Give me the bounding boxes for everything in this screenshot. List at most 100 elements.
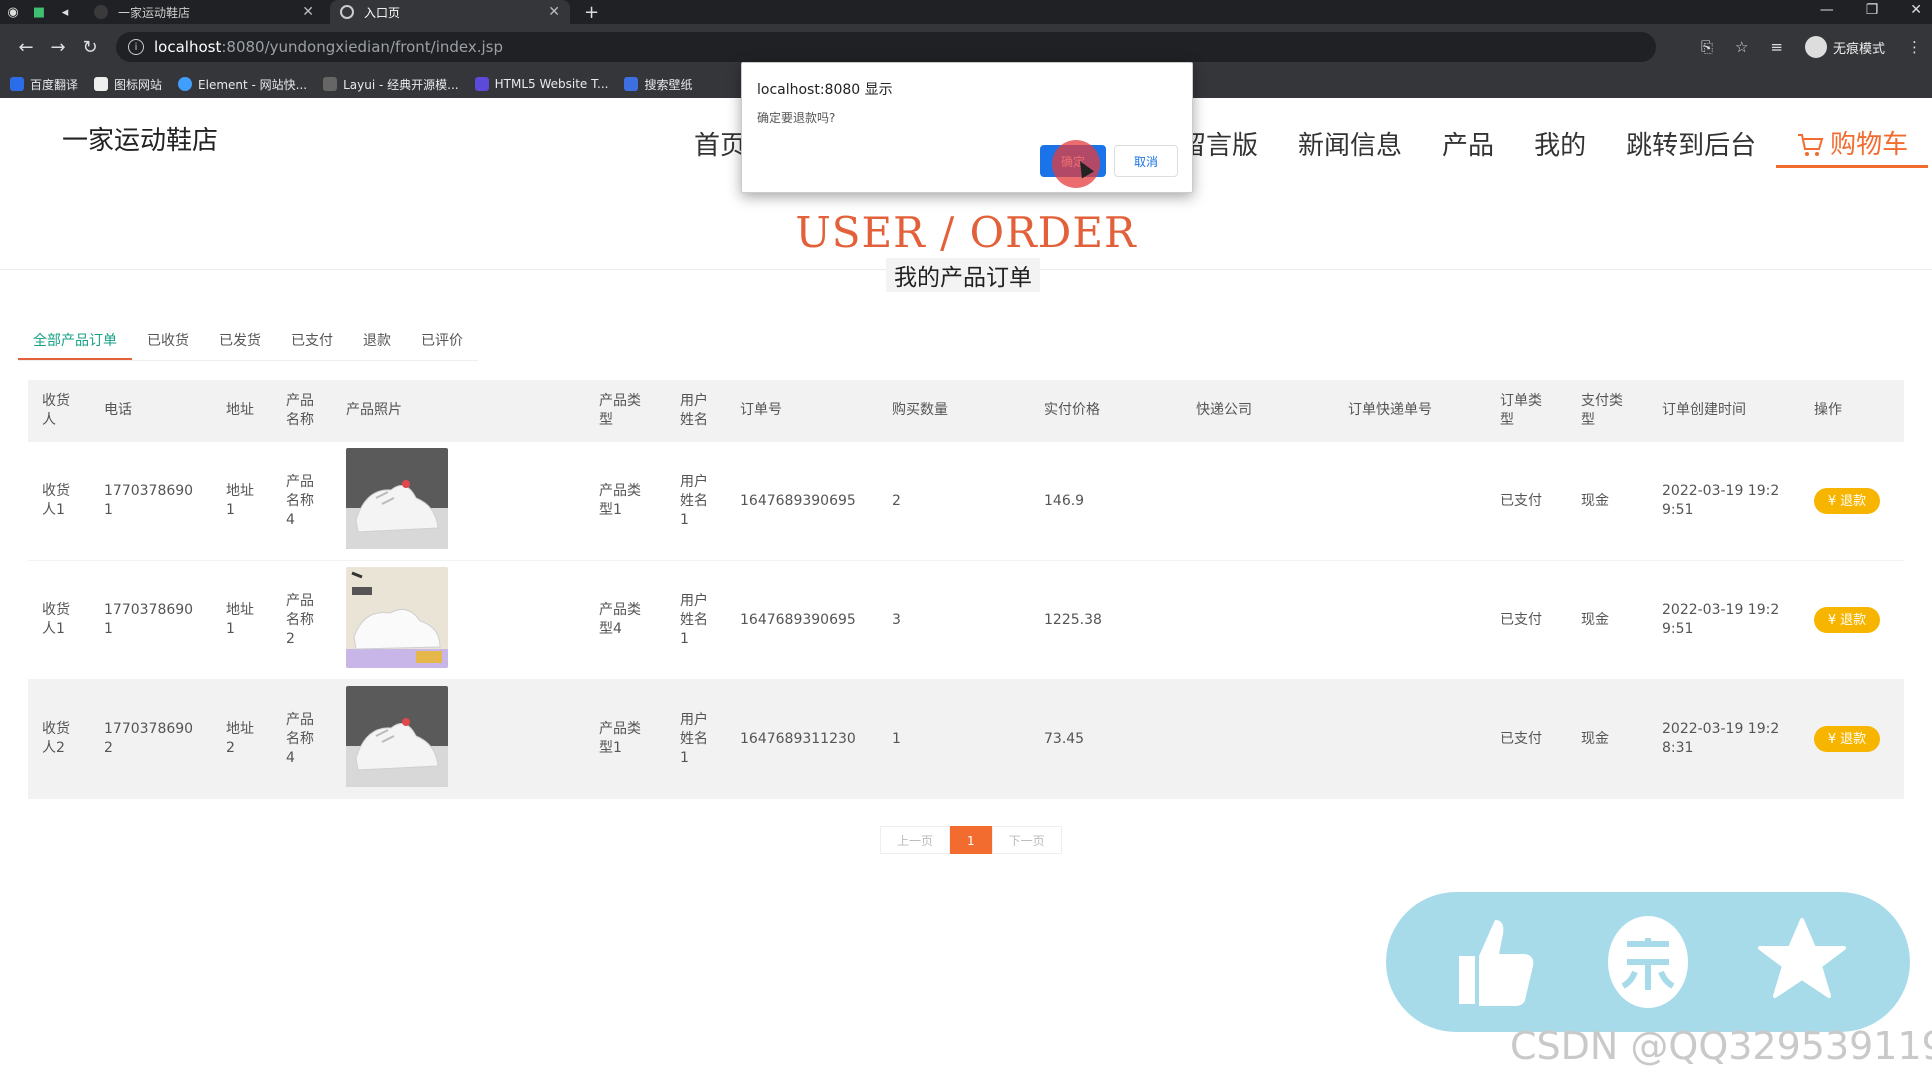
page-title: USER / ORDER [795,208,1137,257]
cell-address: 地址1 [226,483,254,518]
next-page-button[interactable]: 下一页 [991,826,1062,854]
bookmark-item[interactable]: 百度翻译 [10,76,78,93]
minimize-icon[interactable]: — [1820,2,1834,18]
browser-tab-active[interactable]: 入口页 ✕ [330,0,570,24]
cell-price: 1225.38 [1044,611,1102,628]
forward-icon[interactable]: → [42,37,74,58]
site-info-icon[interactable]: i [128,39,144,55]
bookmark-item[interactable]: 搜索壁纸 [624,76,692,93]
site-logo[interactable]: 一家运动鞋店 [62,120,218,157]
tab-refund[interactable]: 退款 [348,322,406,360]
layui-favicon-icon [323,77,338,91]
dialog-title: localhost:8080 显示 [757,82,893,98]
thumbs-up-icon[interactable] [1444,912,1544,1012]
cart-icon [1798,133,1824,156]
url-host: localhost [154,38,222,56]
close-window-icon[interactable]: ✕ [1910,2,1922,18]
table-row: 收货人2 17703786902 地址2 产品名称4 产品类型1 用户姓名1 1… [28,680,1904,799]
order-tabs: 全部产品订单 已收货 已发货 已支付 退款 已评价 [18,322,478,361]
translate-favicon-icon [10,77,24,91]
cell-receiver: 收货人1 [42,602,70,637]
window-controls: — ❐ ✕ [1820,2,1922,18]
reading-list-icon[interactable]: ≡ [1770,38,1783,56]
nav-admin[interactable]: 跳转到后台 [1606,124,1776,168]
cell-address: 地址1 [226,602,254,637]
col-header: 订单类型 [1500,392,1542,428]
tab-paid[interactable]: 已支付 [276,322,348,360]
tab-all-orders[interactable]: 全部产品订单 [18,322,132,360]
tab-received[interactable]: 已收货 [132,322,204,360]
col-header: 订单快递单号 [1348,402,1432,418]
nav-products[interactable]: 产品 [1422,124,1514,168]
menu-icon[interactable]: ⋮ [1907,38,1922,56]
table-row: 收货人1 17703786901 地址1 产品名称4 产品类型1 用户姓名1 1… [28,442,1904,561]
mute-icon[interactable]: ◂ [52,0,78,24]
element-favicon-icon [178,77,193,91]
translate-icon[interactable]: ⎘ [1701,38,1713,56]
pinned-tab-icon[interactable]: ■ [26,0,52,24]
cell-pay-type: 现金 [1581,492,1609,509]
confirm-dialog: localhost:8080 显示 确定要退款吗? 确定 取消 [741,62,1193,193]
close-tab-icon[interactable]: ✕ [302,4,314,20]
cell-photo [332,685,585,793]
product-photo[interactable] [346,447,448,549]
bookmark-item[interactable]: 图标网站 [94,76,162,93]
cell-order-no: 1647689390695 [740,492,856,509]
reload-icon[interactable]: ↻ [74,37,106,58]
close-tab-icon[interactable]: ✕ [548,4,560,20]
cell-created: 2022-03-19 19:29:51 [1662,602,1780,637]
browser-tab-strip: ◉ ■ ◂ 一家运动鞋店 ✕ 入口页 ✕ + — ❐ ✕ [0,0,1932,24]
product-photo[interactable] [346,685,448,787]
wallpaper-favicon-icon [624,77,639,91]
tab-reviewed[interactable]: 已评价 [406,322,478,360]
refund-button[interactable]: ¥ 退款 [1814,488,1880,514]
prev-page-button[interactable]: 上一页 [880,826,951,854]
back-icon[interactable]: ← [10,37,42,58]
col-header: 操作 [1814,402,1842,418]
cell-pay-type: 现金 [1581,730,1609,747]
col-header: 地址 [226,402,254,418]
cell-created: 2022-03-19 19:28:31 [1662,721,1780,756]
dialog-cancel-button[interactable]: 取消 [1114,145,1178,177]
restore-icon[interactable]: ❐ [1866,2,1879,18]
refund-button[interactable]: ¥ 退款 [1814,607,1880,633]
browser-tab[interactable]: 一家运动鞋店 ✕ [84,0,324,24]
cell-order-no: 1647689390695 [740,611,856,628]
nav-mine[interactable]: 我的 [1514,124,1606,168]
cell-receiver: 收货人2 [42,721,70,756]
address-bar[interactable]: i localhost:8080/yundongxiedian/front/in… [116,32,1656,62]
refund-button[interactable]: ¥ 退款 [1814,726,1880,752]
col-header: 支付类型 [1581,392,1623,428]
col-header: 实付价格 [1044,402,1100,418]
nav-news[interactable]: 新闻信息 [1278,124,1422,168]
bookmark-star-icon[interactable]: ☆ [1735,38,1748,56]
table-row: 收货人1 17703786901 地址1 产品名称2 产品类型4 用户姓名1 1… [28,561,1904,680]
pinned-tab-icon[interactable]: ◉ [0,0,26,24]
incognito-indicator[interactable]: 无痕模式 [1804,36,1885,58]
col-header: 快递公司 [1196,402,1252,418]
orders-table: 收货人 电话 地址 产品名称 产品照片 产品类型 用户姓名 订单号 购买数量 实… [28,380,1904,799]
page-number-current[interactable]: 1 [950,826,992,854]
favorite-star-icon[interactable] [1752,912,1852,1012]
coin-icon[interactable] [1598,912,1698,1012]
cell-user: 用户姓名1 [680,592,708,647]
cell-price: 146.9 [1044,492,1085,509]
bookmark-item[interactable]: Layui - 经典开源模... [323,76,459,93]
cell-user: 用户姓名1 [680,473,708,528]
tab-shipped[interactable]: 已发货 [204,322,276,360]
incognito-avatar-icon [1804,36,1827,58]
new-tab-icon[interactable]: + [584,2,599,23]
cell-action: ¥ 退款 [1800,726,1882,752]
bookmark-item[interactable]: Element - 网站快... [178,76,307,93]
cell-action: ¥ 退款 [1800,488,1882,514]
cell-qty: 2 [892,492,901,509]
csdn-watermark: CSDN @QQ3295391197 [1510,1024,1932,1068]
nav-cart[interactable]: 购物车 [1776,124,1929,168]
bookmark-item[interactable]: HTML5 Website T... [474,77,608,91]
col-header: 电话 [104,402,132,418]
cell-phone: 17703786901 [104,602,194,637]
cell-receiver: 收货人1 [42,483,70,518]
cell-product: 产品名称2 [286,592,314,647]
product-photo[interactable] [346,566,448,668]
cell-order-type: 已支付 [1500,611,1542,628]
